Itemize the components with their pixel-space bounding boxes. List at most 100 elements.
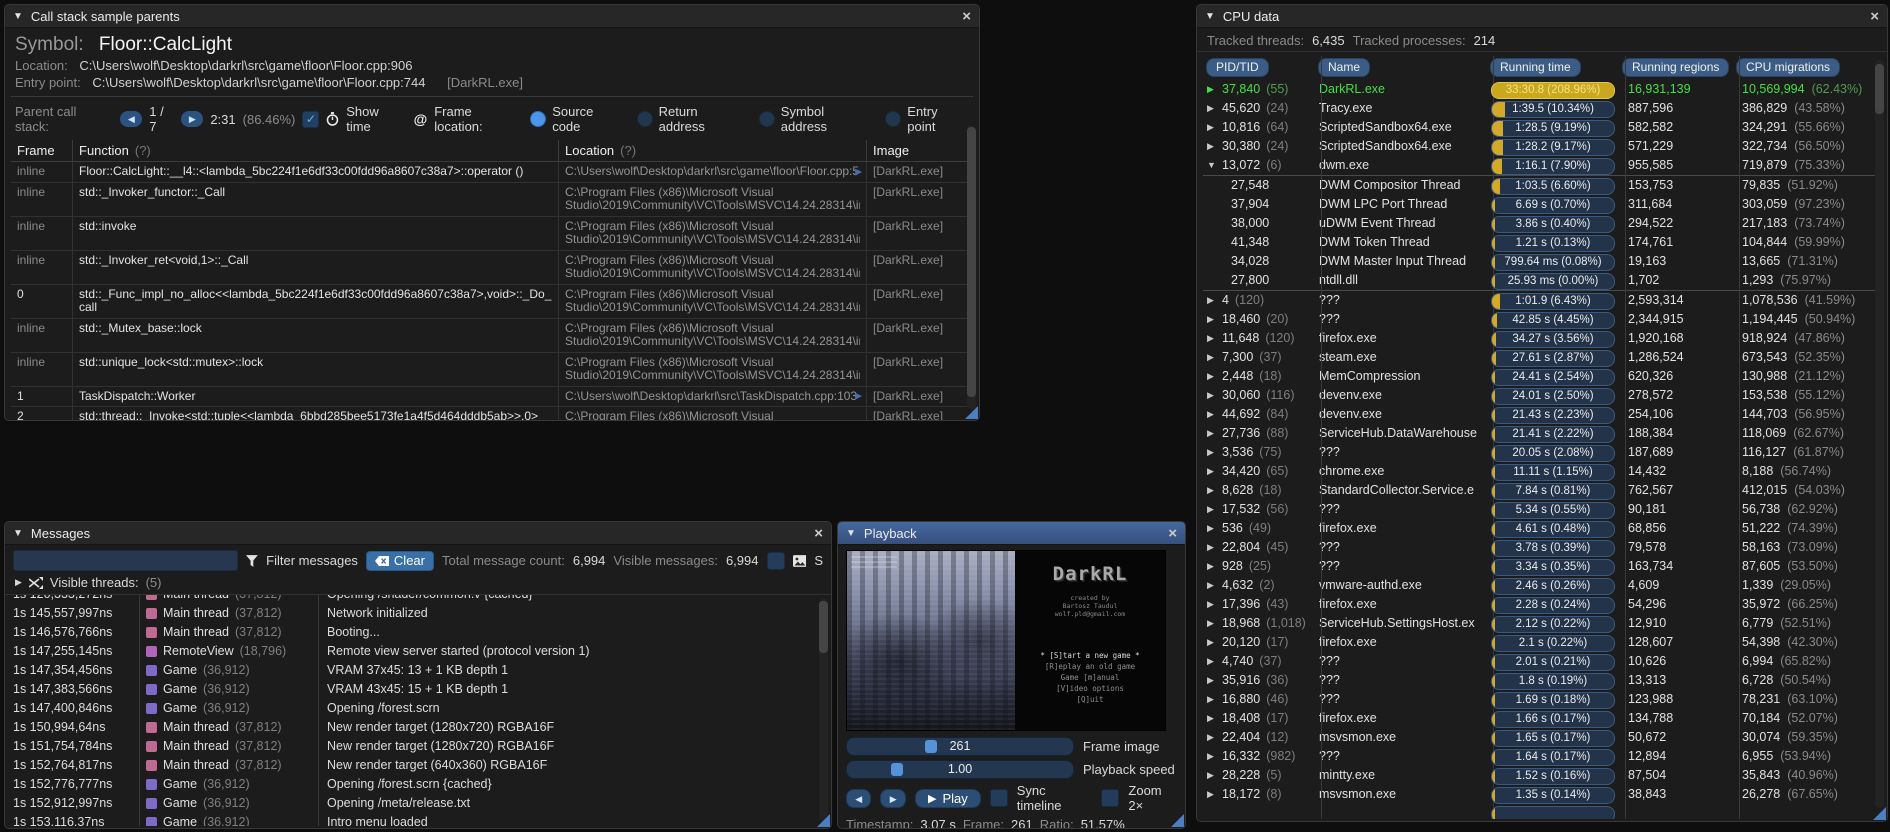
cpu-row[interactable]: ▶ 4,740 (37)??? 2.01 s (0.21%) 10,626 6,994 (6… xyxy=(1203,652,1881,671)
message-row[interactable]: 1s 145,557,997ns Main thread (37,812) Netwo… xyxy=(5,604,831,623)
cpu-row[interactable]: ▶ 16,332 (982)??? 1.64 s (0.17%) 12,894 6,955… xyxy=(1203,747,1881,766)
close-icon[interactable]: × xyxy=(1870,9,1879,24)
cpu-row[interactable]: ▶ 3,536 (75)??? 20.05 s (2.08%) 187,689 116,1… xyxy=(1203,443,1881,462)
cpu-row[interactable]: ▶ 4 (120)??? 1:01.9 (6.43%) 2,593,314 1,078,5… xyxy=(1203,290,1881,310)
close-icon[interactable]: × xyxy=(962,9,971,24)
messages-titlebar[interactable]: ▼ Messages × xyxy=(5,522,831,545)
cpu-row[interactable]: ▶ 2,448 (18) MemCompression 24.41 s (2.54%) 6… xyxy=(1203,367,1881,386)
cpu-row[interactable]: ▶ 34,420 (65) chrome.exe 11.11 s (1.15%) 14,4… xyxy=(1203,462,1881,481)
cpu-row[interactable]: ▶ 18,968 (1,018) ServiceHub.SettingsHost.ex… xyxy=(1203,614,1881,633)
play-button[interactable]: ▶ Play xyxy=(914,788,981,808)
show-time-checkbox[interactable]: ✓ xyxy=(302,110,320,128)
show-images-checkbox[interactable] xyxy=(766,551,785,570)
cpu-row[interactable]: ▶ 928 (25)??? 3.34 s (0.35%) 163,734 87,605 (5… xyxy=(1203,557,1881,576)
resize-grip[interactable] xyxy=(1873,807,1886,820)
cpu-row[interactable]: ▶ 536 (49) firefox.exe 4.61 s (0.48%) 68,856 5… xyxy=(1203,519,1881,538)
message-row[interactable]: 1s 152,764,817ns Main thread (37,812) New r… xyxy=(5,756,831,775)
expand-icon[interactable]: ▶ xyxy=(1207,462,1216,481)
cpu-row[interactable] xyxy=(1203,804,1881,819)
expand-icon[interactable]: ▶ xyxy=(1207,652,1216,671)
expand-icon[interactable]: ▶ xyxy=(1207,329,1216,348)
message-row[interactable]: 1s 146,576,766ns Main thread (37,812) Booti… xyxy=(5,623,831,642)
frame-image-slider[interactable]: 261 xyxy=(846,737,1074,756)
sort-name-button[interactable]: Name xyxy=(1318,58,1371,77)
expand-icon[interactable]: ▶ xyxy=(1207,137,1216,156)
cpu-row[interactable]: ▶ 11,648 (120) firefox.exe 34.27 s (3.56%) 1,… xyxy=(1203,329,1881,348)
message-row[interactable]: 1s 150,994,64ns Main thread (37,812) New re… xyxy=(5,718,831,737)
cpu-titlebar[interactable]: ▼ CPU data × xyxy=(1197,5,1887,28)
expand-icon[interactable]: ▶ xyxy=(1207,614,1216,633)
expand-icon[interactable]: ▶ xyxy=(1207,709,1216,728)
cpu-row[interactable]: 38,000 uDWM Event Thread 3.86 s (0.40%) 294… xyxy=(1203,214,1881,233)
expand-icon[interactable]: ▶ xyxy=(1207,348,1216,367)
scrollbar-thumb[interactable] xyxy=(819,601,828,653)
scrollbar-thumb[interactable] xyxy=(967,127,976,397)
help-hint[interactable]: (?) xyxy=(135,143,151,158)
cpu-row[interactable]: ▶ 22,404 (12) msvsmon.exe 1.65 s (0.17%) 50,6… xyxy=(1203,728,1881,747)
clear-button[interactable]: Clear xyxy=(365,550,434,571)
messages-scrollbar[interactable] xyxy=(819,599,828,821)
next-parent-button[interactable]: ▶ xyxy=(181,111,204,127)
sort-cpu-migrations-button[interactable]: CPU migrations xyxy=(1736,58,1841,77)
callstack-titlebar[interactable]: ▼ Call stack sample parents × xyxy=(5,5,979,28)
cpu-row[interactable]: ▼ 13,072 (6) dwm.exe 1:16.1 (7.90%) 955,585 71… xyxy=(1203,156,1881,175)
expand-icon[interactable]: ▶ xyxy=(1207,99,1216,118)
expand-icon[interactable]: ▶ xyxy=(1207,576,1216,595)
message-row[interactable]: 1s 151,754,784ns Main thread (37,812) New r… xyxy=(5,737,831,756)
cpu-row[interactable]: ▶ 27,736 (88) ServiceHub.DataWarehouse 21.41… xyxy=(1203,424,1881,443)
callstack-row[interactable]: inline std::_Invoker_functor::_Call C:\Pro… xyxy=(11,181,973,216)
frame-location-radio[interactable]: Entry point xyxy=(885,104,969,134)
message-row[interactable]: 1s 152,912,997ns Game (36,912) Opening /met… xyxy=(5,794,831,813)
frame-location-radio[interactable]: Symbol address xyxy=(758,104,873,134)
message-row[interactable]: 1s 153,116,37ns Game (36,912) Intro menu lo… xyxy=(5,813,831,826)
expand-icon[interactable]: ▶ xyxy=(1207,538,1216,557)
filter-input[interactable] xyxy=(13,550,239,571)
cpu-row[interactable]: ▶ 18,460 (20)??? 42.85 s (4.45%) 2,344,915 1,… xyxy=(1203,310,1881,329)
expand-icon[interactable]: ▶ xyxy=(1207,671,1216,690)
zoom-2x-checkbox[interactable] xyxy=(1101,789,1120,807)
cpu-row[interactable]: ▶ 37,840 (55) DarkRL.exe 33:30.8 (208.96%) 16… xyxy=(1203,80,1881,99)
expand-icon[interactable]: ▶ xyxy=(1207,424,1216,443)
cpu-row[interactable]: ▶ 45,620 (24) Tracy.exe 1:39.5 (10.34%) 887,5… xyxy=(1203,99,1881,118)
collapse-icon[interactable]: ▼ xyxy=(846,528,856,539)
visible-threads-row[interactable]: ▶ Visible threads: (5) xyxy=(5,575,831,594)
message-row[interactable]: 1s 147,383,566ns Game (36,912) VRAM 43x45: … xyxy=(5,680,831,699)
prev-frame-button[interactable]: ◀ xyxy=(846,788,872,808)
cpu-row[interactable]: ▶ 8,628 (18) StandardCollector.Service.e 7.8… xyxy=(1203,481,1881,500)
playback-speed-slider[interactable]: 1.00 xyxy=(846,760,1074,779)
cpu-row[interactable]: ▶ 35,916 (36)??? 1.8 s (0.19%) 13,313 6,728 (5… xyxy=(1203,671,1881,690)
cpu-row[interactable]: ▶ 17,532 (56)??? 5.34 s (0.55%) 90,181 56,738… xyxy=(1203,500,1881,519)
cpu-row[interactable]: ▶ 18,408 (17) firefox.exe 1.66 s (0.17%) 134,… xyxy=(1203,709,1881,728)
sort-running-regions-button[interactable]: Running regions xyxy=(1622,58,1730,77)
expand-icon[interactable]: ▶ xyxy=(1207,785,1216,804)
expand-icon[interactable]: ▶ xyxy=(1207,367,1216,386)
callstack-row[interactable]: 2 std::thread::_Invoke<std::tuple<<lambda… xyxy=(11,406,973,420)
callstack-scrollbar[interactable] xyxy=(967,125,976,409)
expand-icon[interactable]: ▶ xyxy=(1207,519,1216,538)
callstack-row[interactable]: 0 std::_Func_impl_no_alloc<<lambda_5bc224… xyxy=(11,283,973,318)
message-row[interactable]: 1s 147,400,846ns Game (36,912) Opening /for… xyxy=(5,699,831,718)
collapse-icon[interactable]: ▼ xyxy=(13,528,23,539)
cpu-row[interactable]: ▶ 18,172 (8) msvsmon.exe 1.35 s (0.14%) 38,84… xyxy=(1203,785,1881,804)
next-frame-button[interactable]: ▶ xyxy=(880,788,906,808)
cpu-row[interactable]: ▶ 30,060 (116) devenv.exe 24.01 s (2.50%) 278… xyxy=(1203,386,1881,405)
cpu-row[interactable]: ▶ 20,120 (17) firefox.exe 2.1 s (0.22%) 128,6… xyxy=(1203,633,1881,652)
cpu-row[interactable]: 27,548 DWM Compositor Thread 1:03.5 (6.60%… xyxy=(1203,175,1881,195)
expand-icon[interactable]: ▶ xyxy=(1207,633,1216,652)
collapse-icon[interactable]: ▼ xyxy=(1205,11,1215,22)
cpu-row[interactable]: ▶ 17,396 (43) firefox.exe 2.28 s (0.24%) 54,2… xyxy=(1203,595,1881,614)
expand-icon[interactable]: ▶ xyxy=(1207,118,1216,137)
scrollbar-thumb[interactable] xyxy=(1875,64,1884,114)
expand-icon[interactable]: ▶ xyxy=(1207,557,1216,576)
sort-pid-button[interactable]: PID/TID xyxy=(1206,58,1269,77)
expand-icon[interactable]: ▶ xyxy=(1207,595,1216,614)
sort-running-time-button[interactable]: Running time xyxy=(1490,58,1581,77)
playback-titlebar[interactable]: ▼ Playback × xyxy=(838,522,1185,545)
expand-icon[interactable]: ▶ xyxy=(1207,310,1216,329)
cpu-row[interactable]: 34,028 DWM Master Input Thread 799.64 ms (… xyxy=(1203,252,1881,271)
goto-source-icon[interactable]: ▶ xyxy=(855,390,862,404)
callstack-row[interactable]: inline std::_Mutex_base::lock C:\Program F… xyxy=(11,317,973,352)
expand-icon[interactable]: ▶ xyxy=(1207,291,1216,310)
cpu-row[interactable]: ▶ 16,880 (46)??? 1.69 s (0.18%) 123,988 78,23… xyxy=(1203,690,1881,709)
expand-icon[interactable]: ▶ xyxy=(1207,80,1216,99)
